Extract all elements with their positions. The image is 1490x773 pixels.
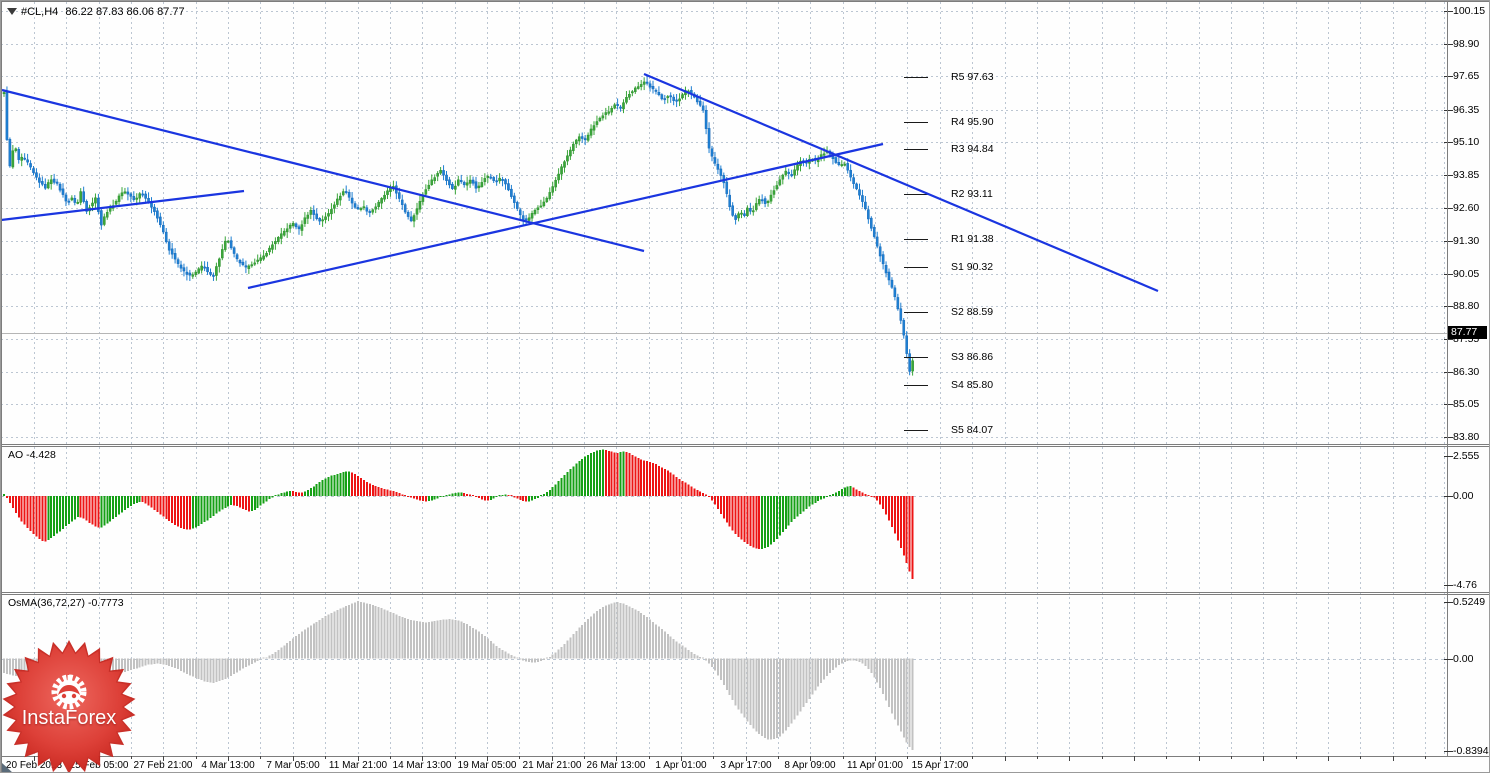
symbol-title: #CL,H4 86.22 87.83 86.06 87.77 xyxy=(21,6,189,18)
current-price-tag: 87.77 xyxy=(1448,326,1487,339)
time-axis-label: 26 Mar 13:00 xyxy=(586,760,646,771)
time-axis-label: 20 Feb 2013 xyxy=(5,760,63,771)
time-axis-label: 1 Apr 01:00 xyxy=(655,760,707,771)
time-axis-label: 27 Feb 21:00 xyxy=(133,760,193,771)
mt4-chart-window: #CL,H4 86.22 87.83 86.06 87.77 AO -4.428… xyxy=(0,0,1490,773)
price-axis-label: 90.05 xyxy=(1453,268,1480,280)
sr-level-label: R1 91.38 xyxy=(951,233,994,245)
time-axis-label: 11 Apr 01:00 xyxy=(847,760,903,771)
sr-level-label: R5 97.63 xyxy=(951,71,994,83)
time-axis-label: 15 Apr 17:00 xyxy=(911,760,969,771)
ao-indicator-label: AO -4.428 xyxy=(8,449,56,461)
price-axis-label: 88.80 xyxy=(1453,300,1480,312)
indicator-axis-label: 0.00 xyxy=(1453,490,1474,502)
chevron-down-icon[interactable] xyxy=(7,8,17,15)
indicator-axis-label: 0.5249 xyxy=(1453,596,1486,608)
price-axis-label: 95.10 xyxy=(1453,136,1480,148)
sr-level-label: S3 86.86 xyxy=(951,351,994,363)
symbol-name: #CL,H4 xyxy=(21,6,59,18)
time-axis-label: 25 Feb 05:00 xyxy=(69,760,129,771)
indicator-axis-label: -4.76 xyxy=(1453,579,1477,591)
price-axis-label: 100.15 xyxy=(1453,5,1486,17)
time-axis-label: 14 Mar 13:00 xyxy=(392,760,452,771)
sr-level-label: S1 90.32 xyxy=(951,261,994,273)
price-axis-label: 85.05 xyxy=(1453,398,1480,410)
indicator-axis-label: 0.00 xyxy=(1453,653,1474,665)
time-axis-label: 4 Mar 13:00 xyxy=(201,760,255,771)
price-axis-label: 83.80 xyxy=(1453,431,1480,443)
time-axis-label: 11 Mar 21:00 xyxy=(328,760,388,771)
price-axis-label: 92.60 xyxy=(1453,202,1480,214)
time-axis-label: 3 Apr 17:00 xyxy=(720,760,772,771)
sr-level-label: S4 85.80 xyxy=(951,379,994,391)
symbol-ohlc: 86.22 87.83 86.06 87.77 xyxy=(65,6,185,18)
price-axis-label: 93.85 xyxy=(1453,169,1480,181)
chart-canvas[interactable] xyxy=(1,1,1490,773)
sr-level-label: S2 88.59 xyxy=(951,306,994,318)
price-axis-label: 97.65 xyxy=(1453,70,1480,82)
instaforex-watermark-text: InstaForex xyxy=(21,707,117,729)
price-axis-label: 86.30 xyxy=(1453,366,1480,378)
time-axis-label: 8 Apr 09:00 xyxy=(784,760,836,771)
price-axis-label: 98.90 xyxy=(1453,38,1480,50)
indicator-axis-label: 2.555 xyxy=(1453,450,1480,462)
sr-level-label: R3 94.84 xyxy=(951,143,994,155)
sr-level-label: R2 93.11 xyxy=(951,188,993,200)
price-axis-label: 96.35 xyxy=(1453,104,1480,116)
price-axis-label: 91.30 xyxy=(1453,235,1480,247)
indicator-axis-label: -0.8394 xyxy=(1453,745,1489,757)
time-axis-label: 7 Mar 05:00 xyxy=(266,760,320,771)
time-axis-label: 19 Mar 05:00 xyxy=(457,760,517,771)
sr-level-label: R4 95.90 xyxy=(951,116,994,128)
sr-level-label: S5 84.07 xyxy=(951,424,994,436)
osma-indicator-label: OsMA(36,72,27) -0.7773 xyxy=(8,597,124,609)
time-axis-label: 21 Mar 21:00 xyxy=(522,760,582,771)
